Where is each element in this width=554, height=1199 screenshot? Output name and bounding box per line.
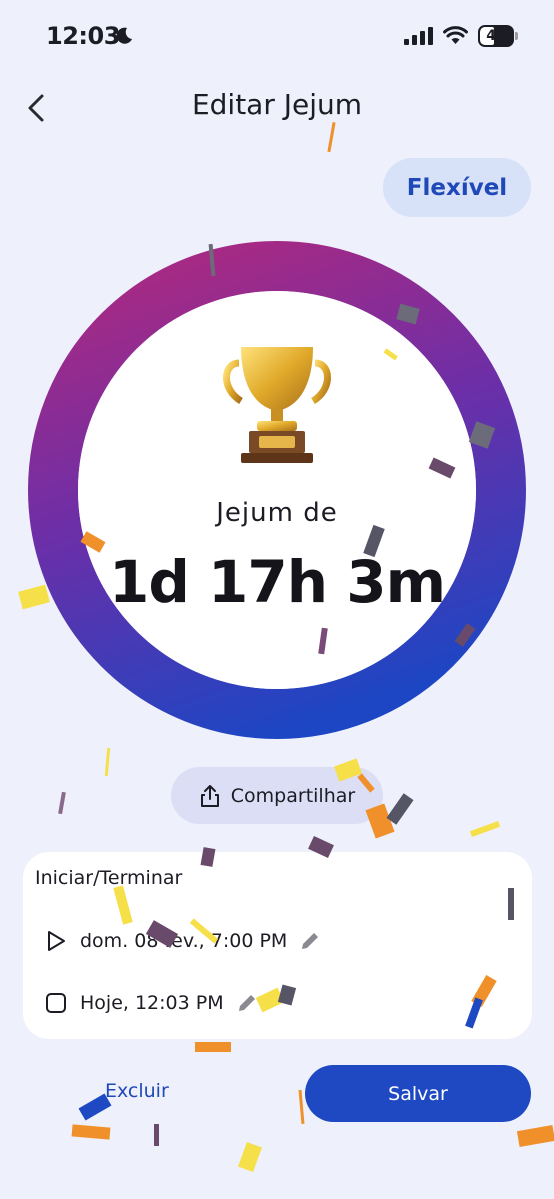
share-label: Compartilhar (230, 784, 356, 807)
fasting-mode-button[interactable]: Flexível (383, 158, 531, 217)
delete-button[interactable]: Excluir (105, 1080, 169, 1102)
battery-icon: 40 (478, 25, 518, 47)
moon-icon (116, 27, 132, 44)
card-title: Iniciar/Terminar (35, 867, 183, 889)
share-icon (200, 784, 219, 807)
start-time-row[interactable]: dom. 08 fev., 7:00 PM (44, 926, 321, 956)
save-button[interactable]: Salvar (305, 1065, 531, 1122)
start-time-value: dom. 08 fev., 7:00 PM (80, 930, 288, 952)
fast-label: Jejum de (216, 498, 338, 528)
back-button[interactable] (20, 88, 52, 128)
end-time-row[interactable]: Hoje, 12:03 PM (44, 988, 258, 1018)
share-button[interactable]: Compartilhar (171, 767, 383, 824)
pencil-icon[interactable] (299, 930, 321, 952)
fast-duration: 1d 17h 3m (108, 548, 446, 616)
pencil-icon[interactable] (236, 992, 258, 1014)
wifi-icon (443, 26, 468, 44)
trophy-icon (223, 347, 331, 463)
progress-ring (28, 241, 526, 739)
square-icon (46, 993, 66, 1013)
battery-level: 40 (486, 28, 506, 44)
play-icon (48, 931, 65, 951)
end-time-value: Hoje, 12:03 PM (80, 992, 224, 1014)
signal-icon (404, 27, 433, 45)
page-title: Editar Jejum (191, 88, 363, 121)
status-time: 12:03 (46, 22, 120, 50)
chevron-left-icon (28, 94, 44, 122)
